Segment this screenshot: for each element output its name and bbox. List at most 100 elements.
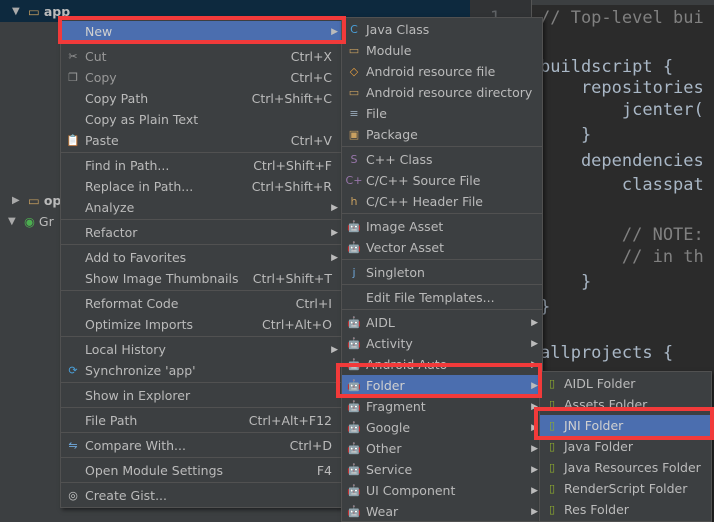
- menu-item-analyze[interactable]: Analyze ▶: [61, 197, 342, 218]
- android-folder-icon: ▯: [548, 503, 556, 516]
- menu-item-singleton[interactable]: j Singleton: [342, 262, 542, 283]
- submenu-arrow-icon: ▶: [531, 464, 538, 475]
- menu-item-edit-file-templates[interactable]: Edit File Templates...: [342, 287, 542, 308]
- shortcut-label: Ctrl+X: [290, 49, 332, 64]
- submenu-arrow-icon: ▶: [331, 202, 338, 213]
- menu-item-ui-component[interactable]: 🤖 UI Component ▶: [342, 480, 542, 501]
- shortcut-label: Ctrl+C: [290, 70, 332, 85]
- android-icon: 🤖: [347, 241, 361, 254]
- menu-item-refactor[interactable]: Refactor ▶: [61, 222, 342, 243]
- menu-item-package[interactable]: ▣ Package: [342, 124, 542, 145]
- expand-arrow-icon[interactable]: ▼: [12, 6, 24, 17]
- menu-item-label: Synchronize 'app': [85, 363, 196, 378]
- annotation-box-jni: [534, 407, 714, 440]
- menu-item-reformat-code[interactable]: Reformat Code Ctrl+I: [61, 293, 342, 314]
- tree-item-gradle[interactable]: ▼ ◉ Gr: [8, 211, 54, 231]
- java-class-icon: C: [350, 23, 358, 36]
- menu-separator: [61, 244, 342, 245]
- menu-separator: [61, 432, 342, 433]
- menu-item-renderscript-folder[interactable]: ▯ RenderScript Folder: [540, 478, 711, 499]
- menu-item-label: Service: [366, 462, 413, 477]
- menu-item-other[interactable]: 🤖 Other ▶: [342, 438, 542, 459]
- menu-item-show-image-thumbnails[interactable]: Show Image Thumbnails Ctrl+Shift+T: [61, 268, 342, 289]
- menu-item-service[interactable]: 🤖 Service ▶: [342, 459, 542, 480]
- code-line: }: [540, 125, 592, 145]
- menu-item-synchronize-app[interactable]: ⟳ Synchronize 'app': [61, 360, 342, 381]
- menu-item-label: C/C++ Source File: [366, 173, 481, 188]
- menu-item-compare-with[interactable]: ⇋ Compare With... Ctrl+D: [61, 435, 342, 456]
- menu-item-local-history[interactable]: Local History ▶: [61, 339, 342, 360]
- menu-separator: [342, 309, 542, 310]
- menu-separator: [61, 382, 342, 383]
- menu-item-create-gist[interactable]: ◎ Create Gist...: [61, 485, 342, 506]
- android-folder-icon: ▯: [548, 440, 556, 453]
- menu-item-label: Reformat Code: [85, 296, 179, 311]
- code-line: // in th: [540, 247, 704, 267]
- menu-item-copy-as-plain-text[interactable]: Copy as Plain Text: [61, 109, 342, 130]
- menu-separator: [342, 259, 542, 260]
- menu-item-optimize-imports[interactable]: Optimize Imports Ctrl+Alt+O: [61, 314, 342, 335]
- expand-arrow-icon[interactable]: ▼: [8, 216, 20, 227]
- menu-item-android-resource-file[interactable]: ◇ Android resource file: [342, 61, 542, 82]
- menu-item-paste[interactable]: 📋 Paste Ctrl+V: [61, 130, 342, 151]
- menu-item-show-in-explorer[interactable]: Show in Explorer: [61, 385, 342, 406]
- menu-item-copy[interactable]: ❐ Copy Ctrl+C: [61, 67, 342, 88]
- menu-item-c-c-source-file[interactable]: C+ C/C++ Source File: [342, 170, 542, 191]
- menu-item-copy-path[interactable]: Copy Path Ctrl+Shift+C: [61, 88, 342, 109]
- menu-item-fragment[interactable]: 🤖 Fragment ▶: [342, 396, 542, 417]
- shortcut-label: Ctrl+Shift+T: [252, 271, 332, 286]
- menu-item-res-folder[interactable]: ▯ Res Folder: [540, 499, 711, 520]
- menu-separator: [61, 482, 342, 483]
- menu-item-c-class[interactable]: S C++ Class: [342, 149, 542, 170]
- menu-item-label: Wear: [366, 504, 399, 519]
- scissors-icon: ✂: [68, 50, 78, 63]
- resource-file-icon: ◇: [349, 65, 359, 78]
- menu-separator: [61, 152, 342, 153]
- menu-item-vector-asset[interactable]: 🤖 Vector Asset: [342, 237, 542, 258]
- folder-submenu: ▯ AIDL Folder ▯ Assets Folder ▯ JNI Folder ▯ Ja…: [539, 371, 712, 522]
- shortcut-label: Ctrl+Alt+F12: [248, 413, 332, 428]
- code-line: repositories: [540, 78, 704, 98]
- menu-item-label: Java Resources Folder: [564, 460, 701, 475]
- code-line: dependencies: [540, 151, 704, 171]
- menu-item-aidl-folder[interactable]: ▯ AIDL Folder: [540, 373, 711, 394]
- shortcut-label: Ctrl+Shift+C: [251, 91, 332, 106]
- menu-item-label: Copy: [85, 70, 117, 85]
- menu-item-open-module-settings[interactable]: Open Module Settings F4: [61, 460, 342, 481]
- menu-item-label: UI Component: [366, 483, 456, 498]
- submenu-arrow-icon: ▶: [331, 227, 338, 238]
- menu-item-java-class[interactable]: C Java Class: [342, 19, 542, 40]
- menu-item-android-resource-directory[interactable]: ▭ Android resource directory: [342, 82, 542, 103]
- menu-separator: [342, 213, 542, 214]
- copy-icon: ❐: [68, 71, 78, 84]
- menu-item-add-to-favorites[interactable]: Add to Favorites ▶: [61, 247, 342, 268]
- menu-item-google[interactable]: 🤖 Google ▶: [342, 417, 542, 438]
- menu-item-find-in-path[interactable]: Find in Path... Ctrl+Shift+F: [61, 155, 342, 176]
- menu-item-file[interactable]: ≡ File: [342, 103, 542, 124]
- menu-item-activity[interactable]: 🤖 Activity ▶: [342, 333, 542, 354]
- menu-item-label: Replace in Path...: [85, 179, 194, 194]
- tree-item[interactable]: ▶ ▭ op: [12, 190, 61, 210]
- menu-item-label: Add to Favorites: [85, 250, 187, 265]
- menu-item-label: Java Class: [366, 22, 430, 37]
- expand-arrow-icon[interactable]: ▶: [12, 195, 24, 206]
- menu-item-file-path[interactable]: File Path Ctrl+Alt+F12: [61, 410, 342, 431]
- menu-item-aidl[interactable]: 🤖 AIDL ▶: [342, 312, 542, 333]
- android-icon: 🤖: [347, 484, 361, 497]
- new-submenu: C Java Class ▭ Module ◇ Android resource file…: [341, 17, 543, 522]
- menu-item-wear[interactable]: 🤖 Wear ▶: [342, 501, 542, 522]
- menu-item-c-c-header-file[interactable]: h C/C++ Header File: [342, 191, 542, 212]
- sync-icon: ⟳: [68, 364, 78, 377]
- menu-item-java-resources-folder[interactable]: ▯ Java Resources Folder: [540, 457, 711, 478]
- menu-item-label: RenderScript Folder: [564, 481, 688, 496]
- android-folder-icon: ▯: [548, 461, 556, 474]
- menu-item-module[interactable]: ▭ Module: [342, 40, 542, 61]
- menu-item-replace-in-path[interactable]: Replace in Path... Ctrl+Shift+R: [61, 176, 342, 197]
- menu-separator: [61, 290, 342, 291]
- shortcut-label: Ctrl+V: [290, 133, 332, 148]
- module-folder-icon: ▭: [28, 3, 40, 19]
- menu-item-image-asset[interactable]: 🤖 Image Asset: [342, 216, 542, 237]
- shortcut-label: Ctrl+I: [295, 296, 332, 311]
- menu-item-cut[interactable]: ✂ Cut Ctrl+X: [61, 46, 342, 67]
- code-line: classpat: [540, 175, 704, 195]
